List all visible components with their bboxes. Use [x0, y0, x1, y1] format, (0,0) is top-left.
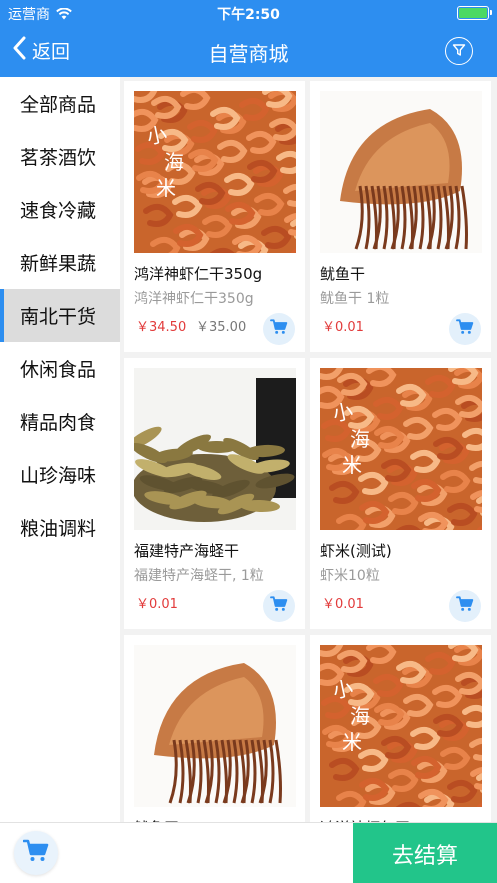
sidebar-item-label: 速食冷藏: [20, 200, 97, 222]
svg-text:海: 海: [350, 704, 370, 728]
product-old-price: ￥35.00: [196, 320, 247, 335]
sidebar-item-label: 南北干货: [20, 306, 97, 328]
product-name: 福建特产海蛏干: [134, 542, 240, 560]
product-card[interactable]: 鱿鱼干: [124, 635, 305, 822]
sidebar-item[interactable]: 全部商品: [0, 77, 120, 130]
battery-icon: [457, 6, 492, 20]
category-sidebar: 全部商品茗茶酒饮速食冷藏新鲜果蔬南北干货休闲食品精品肉食山珍海味粮油调料: [0, 77, 120, 822]
sidebar-item[interactable]: 山珍海味: [0, 448, 120, 501]
cart-icon: [270, 596, 288, 616]
product-desc: 福建特产海蛏干, 1粒: [134, 568, 264, 584]
product-name: 虾米(测试): [320, 542, 392, 560]
product-card[interactable]: 小海米鸿洋神虾仁干350g 鸿洋神虾仁干350g ￥34.50 ￥35.00: [124, 81, 305, 352]
product-price: ￥0.01: [136, 597, 178, 612]
product-card[interactable]: 鱿鱼干鱿鱼干 1粒 ￥0.01: [310, 81, 491, 352]
nav-bar: 返回 自营商城: [0, 26, 497, 77]
sidebar-item-label: 新鲜果蔬: [20, 253, 97, 275]
svg-text:米: 米: [342, 730, 362, 754]
product-desc: 鱿鱼干 1粒: [320, 291, 390, 307]
cart-icon: [22, 839, 49, 867]
product-price: ￥0.01: [322, 597, 364, 612]
cart-icon: [270, 319, 288, 339]
page-title: 自营商城: [208, 42, 289, 66]
product-desc: 鸿洋神虾仁干350g: [134, 291, 254, 307]
product-image: 小海米: [320, 645, 482, 807]
product-image: [320, 91, 482, 253]
product-name: 鱿鱼干: [320, 265, 366, 283]
product-name: 鸿洋神虾仁干350g: [134, 265, 263, 283]
add-to-cart-button[interactable]: [449, 590, 481, 622]
bottom-bar: 去结算: [0, 822, 497, 883]
sidebar-item[interactable]: 速食冷藏: [0, 183, 120, 236]
sidebar-item-label: 休闲食品: [20, 359, 97, 381]
filter-icon: [452, 42, 466, 61]
sidebar-item[interactable]: 休闲食品: [0, 342, 120, 395]
sidebar-item-label: 山珍海味: [20, 465, 97, 487]
sidebar-item[interactable]: 茗茶酒饮: [0, 130, 120, 183]
status-time: 下午2:50: [217, 7, 280, 23]
sidebar-item-label: 全部商品: [20, 94, 97, 116]
product-grid: 小海米鸿洋神虾仁干350g 鸿洋神虾仁干350g ￥34.50 ￥35.00 鱿鱼干 鱿鱼…: [120, 77, 497, 822]
product-price: ￥34.50: [136, 320, 187, 335]
svg-text:米: 米: [156, 176, 176, 200]
top-bar: 运营商 下午2:50 返回 自营商城: [0, 0, 497, 77]
cart-icon: [456, 319, 474, 339]
product-card[interactable]: 小海米鸿洋神虾仁干350g: [310, 635, 491, 822]
add-to-cart-button[interactable]: [449, 313, 481, 345]
battery-fill: [459, 8, 487, 18]
svg-text:海: 海: [350, 427, 370, 451]
cart-icon: [456, 596, 474, 616]
product-image: 小海米: [134, 91, 296, 253]
product-desc: 虾米10粒: [320, 568, 380, 584]
filter-button[interactable]: [445, 37, 473, 65]
product-image: 小海米: [320, 368, 482, 530]
product-price: ￥0.01: [322, 320, 364, 335]
sidebar-item[interactable]: 新鲜果蔬: [0, 236, 120, 289]
sidebar-item[interactable]: 南北干货: [0, 289, 120, 342]
status-bar: 运营商 下午2:50: [0, 0, 497, 26]
svg-text:米: 米: [342, 453, 362, 477]
add-to-cart-button[interactable]: [263, 590, 295, 622]
product-image: [134, 368, 296, 530]
sidebar-item-label: 茗茶酒饮: [20, 147, 97, 169]
sidebar-item-label: 粮油调料: [20, 518, 97, 540]
product-card[interactable]: 小海米虾米(测试) 虾米10粒 ￥0.01: [310, 358, 491, 629]
add-to-cart-button[interactable]: [263, 313, 295, 345]
sidebar-item-label: 精品肉食: [20, 412, 97, 434]
product-card[interactable]: 福建特产海蛏干福建特产海蛏干, 1粒 ￥0.01: [124, 358, 305, 629]
sidebar-item[interactable]: 粮油调料: [0, 501, 120, 554]
sidebar-item[interactable]: 精品肉食: [0, 395, 120, 448]
checkout-button[interactable]: 去结算: [353, 823, 497, 883]
cart-button[interactable]: [14, 831, 58, 875]
product-image: [134, 645, 296, 807]
svg-text:海: 海: [164, 150, 184, 174]
